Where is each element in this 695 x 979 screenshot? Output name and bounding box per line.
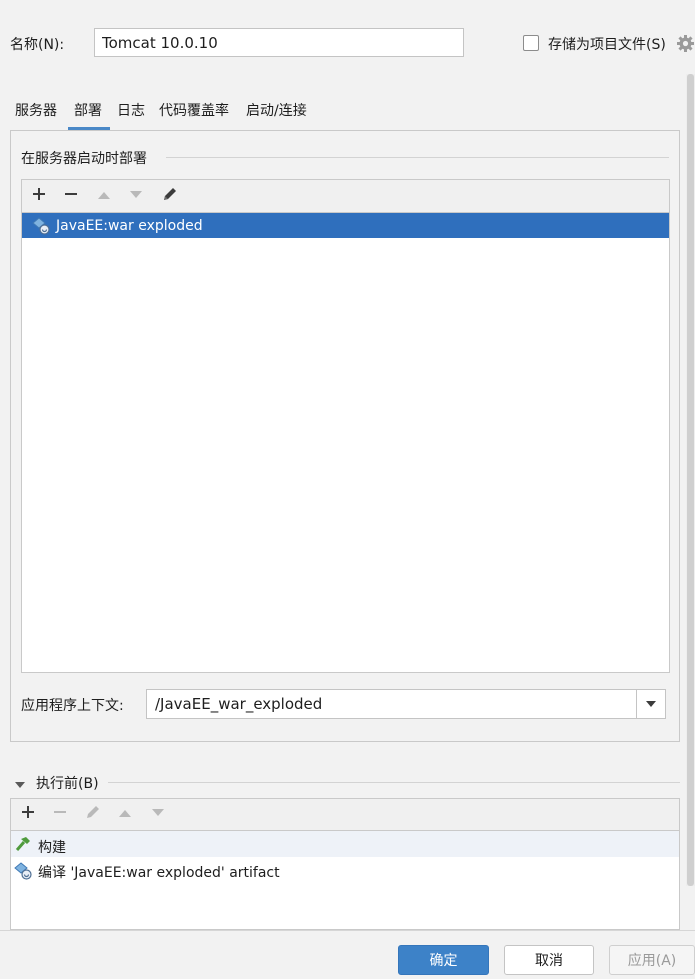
before-launch-title[interactable]: 执行前(B) (36, 773, 99, 793)
edit-task-button[interactable] (83, 804, 103, 824)
tab-startup-connection[interactable]: 启动/连接 (246, 100, 307, 120)
remove-artifact-button[interactable] (61, 186, 81, 206)
task-label: 构建 (38, 840, 66, 856)
tab-code-coverage[interactable]: 代码覆盖率 (159, 100, 229, 120)
tab-server[interactable]: 服务器 (15, 100, 57, 120)
triangle-up-icon (97, 188, 111, 204)
store-as-project-file-checkbox[interactable] (523, 35, 539, 51)
chevron-down-icon (645, 696, 657, 712)
store-as-project-file-label[interactable]: 存储为项目文件(S) (548, 34, 666, 54)
tab-logs[interactable]: 日志 (117, 100, 145, 120)
tab-deployment[interactable]: 部署 (74, 100, 102, 120)
triangle-down-icon (129, 188, 143, 204)
pencil-icon (85, 804, 101, 824)
app-context-dropdown-button[interactable] (636, 690, 665, 718)
minus-icon (64, 187, 78, 205)
move-task-up-button[interactable] (115, 804, 135, 824)
plus-icon (21, 805, 35, 823)
pencil-icon (162, 186, 178, 206)
remove-task-button[interactable] (50, 804, 70, 824)
gear-icon[interactable] (676, 34, 695, 53)
artifact-list[interactable] (21, 212, 670, 673)
move-down-button[interactable] (126, 186, 146, 206)
deploy-toolbar (21, 179, 670, 213)
plus-icon (32, 187, 46, 205)
app-context-label: 应用程序上下文: (21, 698, 124, 714)
app-context-value[interactable]: /JavaEE_war_exploded (155, 695, 322, 713)
cancel-button[interactable]: 取消 (504, 945, 594, 975)
apply-button[interactable]: 应用(A) (609, 945, 695, 975)
add-artifact-button[interactable] (29, 186, 49, 206)
section-separator (166, 157, 669, 158)
collapse-triangle-icon[interactable] (14, 777, 26, 793)
artifact-icon (32, 217, 50, 239)
before-launch-separator (108, 782, 680, 783)
minus-icon (53, 805, 67, 823)
hammer-icon (14, 836, 32, 856)
triangle-up-icon (118, 806, 132, 822)
artifact-label: JavaEE:war exploded (56, 218, 203, 234)
name-label: 名称(N): (10, 37, 65, 53)
task-label: 编译 'JavaEE:war exploded' artifact (38, 865, 280, 881)
before-launch-toolbar (10, 798, 680, 831)
scrollbar-thumb[interactable] (687, 74, 694, 886)
move-task-down-button[interactable] (148, 804, 168, 824)
move-up-button[interactable] (94, 186, 114, 206)
edit-artifact-button[interactable] (160, 186, 180, 206)
artifact-icon (14, 862, 32, 884)
list-item[interactable] (11, 831, 679, 857)
deploy-section-title: 在服务器启动时部署 (21, 151, 147, 167)
add-task-button[interactable] (18, 804, 38, 824)
ok-button[interactable]: 确定 (398, 945, 489, 975)
app-context-combo[interactable]: /JavaEE_war_exploded (146, 689, 666, 719)
triangle-down-icon (151, 806, 165, 822)
name-input[interactable] (94, 28, 464, 57)
